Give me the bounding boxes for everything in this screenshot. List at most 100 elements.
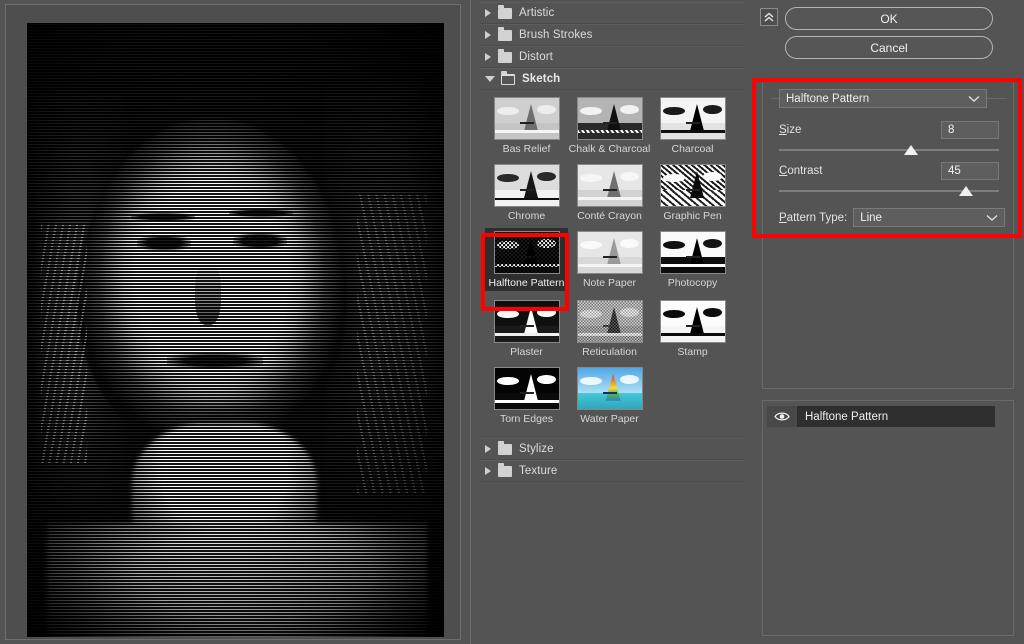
disclosure-triangle-right-icon[interactable] [485,53,491,61]
category-label: Distort [519,51,553,63]
filter-thumbnail [659,164,726,207]
filter-item-chrome[interactable]: Chrome [485,164,568,222]
filter-label: Charcoal [671,143,714,155]
category-row-brush-strokes[interactable]: Brush Strokes [479,24,744,46]
filter-thumbnail [659,300,726,343]
category-label: Texture [519,465,558,477]
pattern-type-row: Pattern Type: Line [779,208,1005,227]
folder-icon [498,48,512,63]
filter-thumbnail [493,367,560,410]
filter-thumbnail [576,164,643,207]
filter-thumbnail [576,367,643,410]
filter-name-value: Halftone Pattern [786,92,870,105]
disclosure-triangle-down-icon[interactable] [485,76,495,82]
filter-grid-spacer [651,367,734,425]
chevron-down-icon [968,95,980,102]
filter-label: Stamp [677,346,708,358]
filter-thumbnail [493,164,560,207]
filter-thumbnail [493,231,560,274]
chevron-down-icon [986,214,998,221]
filter-item-photocopy[interactable]: Photocopy [651,231,734,291]
size-slider-track[interactable] [779,149,999,151]
filter-item-plaster[interactable]: Plaster [485,300,568,358]
filter-item-bas-relief[interactable]: Bas Relief [485,97,568,155]
preview-pane [0,0,470,644]
filter-label: Note Paper [582,277,637,289]
halftone-portrait [27,23,444,637]
filter-label: Halftone Pattern [488,277,565,289]
filter-thumbnail [659,231,726,274]
filter-thumbnail [576,300,643,343]
collapse-panel-button[interactable] [760,8,778,26]
disclosure-triangle-right-icon[interactable] [485,445,491,453]
folder-icon [498,440,512,455]
contrast-slider-thumb[interactable] [959,186,973,196]
filter-label: Bas Relief [502,143,551,155]
disclosure-triangle-right-icon[interactable] [485,31,491,39]
contrast-value-field[interactable]: 45 [941,162,999,180]
size-slider[interactable] [779,145,999,157]
category-label: Brush Strokes [519,29,593,41]
pattern-type-label: Pattern Type: [779,211,848,224]
category-row-stylize[interactable]: Stylize [479,438,744,460]
filter-thumbnail [659,97,726,140]
filter-browser-pane: Artistic Brush Strokes Distort Sketch Ba… [470,0,752,644]
category-label: Sketch [522,73,561,85]
filter-item-stamp[interactable]: Stamp [651,300,734,358]
size-control-row: Size 8 [779,121,999,139]
effect-visibility-toggle[interactable] [767,406,797,427]
filter-label: Plaster [510,346,543,358]
category-row-sketch[interactable]: Sketch [479,68,744,90]
filter-category-list[interactable]: Artistic Brush Strokes Distort Sketch Ba… [479,2,744,642]
category-row-texture[interactable]: Texture [479,460,744,482]
effects-list-panel: Halftone Pattern [762,400,1014,636]
folder-icon [498,26,512,41]
ok-button[interactable]: OK [785,7,993,30]
filter-label: Water Paper [580,413,639,425]
folder-icon [498,4,512,19]
filter-label: Torn Edges [499,413,554,425]
effect-list-item[interactable]: Halftone Pattern [767,406,995,427]
filter-thumbnail [493,97,560,140]
filter-item-conte-crayon[interactable]: Conté Crayon [568,164,651,222]
preview-frame [5,4,461,640]
eye-icon [774,412,790,421]
filter-options-panel: Halftone Pattern Size 8 Contrast 45 Patt… [762,80,1014,389]
category-label: Stylize [519,443,554,455]
filter-gallery-dialog: Artistic Brush Strokes Distort Sketch Ba… [0,0,1024,644]
folder-open-icon [501,70,515,85]
filter-item-chalk-and-charcoal[interactable]: Chalk & Charcoal [568,97,651,155]
filter-preview-image[interactable] [27,23,444,637]
filter-item-note-paper[interactable]: Note Paper [568,231,651,291]
filter-thumbnail [576,231,643,274]
filter-item-graphic-pen[interactable]: Graphic Pen [651,164,734,222]
filter-label: Chrome [507,210,546,222]
filter-name-dropdown[interactable]: Halftone Pattern [779,89,987,108]
disclosure-triangle-right-icon[interactable] [485,467,491,475]
filter-label: Reticulation [582,346,637,358]
filter-item-torn-edges[interactable]: Torn Edges [485,367,568,425]
filter-label: Graphic Pen [663,210,722,222]
size-slider-thumb[interactable] [904,145,918,155]
disclosure-triangle-right-icon[interactable] [485,9,491,17]
size-value-field[interactable]: 8 [941,121,999,139]
preview-vignette [27,23,444,637]
category-row-distort[interactable]: Distort [479,46,744,68]
filter-thumbnail [493,300,560,343]
sketch-filter-grid: Bas Relief Chalk & Charcoal Charcoal Chr… [479,90,744,438]
filter-item-water-paper[interactable]: Water Paper [568,367,651,425]
filter-label: Photocopy [667,277,718,289]
filter-item-halftone-pattern[interactable]: Halftone Pattern [485,228,568,291]
filter-label: Conté Crayon [577,210,642,222]
pattern-type-dropdown[interactable]: Line [853,208,1005,227]
effect-name: Halftone Pattern [805,410,889,423]
contrast-slider[interactable] [779,186,999,198]
options-pane: OK Cancel Halftone Pattern Size 8 Contra… [752,0,1024,644]
filter-item-reticulation[interactable]: Reticulation [568,300,651,358]
contrast-label: Contrast [779,165,823,177]
filter-item-charcoal[interactable]: Charcoal [651,97,734,155]
contrast-control-row: Contrast 45 [779,162,999,180]
pattern-type-value: Line [860,211,882,224]
category-row-artistic[interactable]: Artistic [479,2,744,24]
cancel-button[interactable]: Cancel [785,36,993,59]
